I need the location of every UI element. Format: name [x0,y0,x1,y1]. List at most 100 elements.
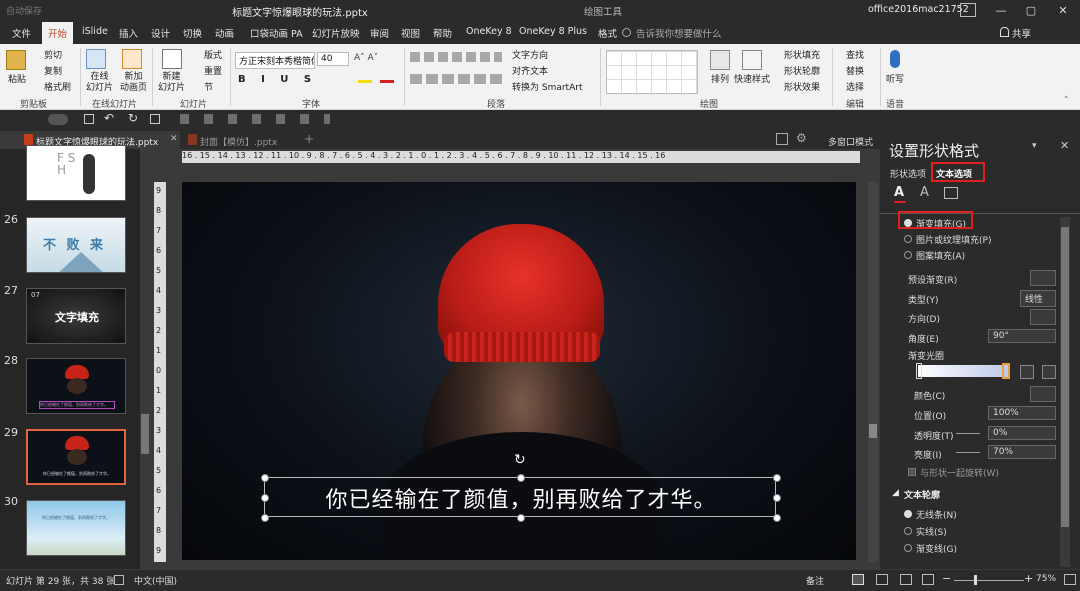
add-tab-button[interactable]: + [304,132,314,146]
pattern-fill-label[interactable]: 图案填充(A) [916,249,965,262]
resize-handle[interactable] [773,474,781,482]
slideshow-view-icon[interactable] [922,574,934,585]
pattern-fill-radio[interactable] [904,251,912,259]
text-direction-button[interactable]: 文字方向 [512,48,548,61]
tab-insert[interactable]: 插入 [119,26,138,40]
brightness-input[interactable]: 70% [988,445,1056,459]
type-dropdown[interactable]: 线性 [1020,290,1056,307]
thumbnail-scrollbar[interactable] [140,149,150,569]
slide-thumbnail[interactable]: 07 文字填充 [26,288,126,344]
font-grow-shrink-icon[interactable]: A˄ A˅ [354,53,378,63]
online-slides-button[interactable]: 在线 幻灯片 [86,72,113,94]
rotate-handle-icon[interactable]: ↻ [514,452,526,468]
save-icon[interactable] [84,114,94,124]
select-button[interactable]: 选择 [846,80,864,93]
doc-tab-name[interactable]: 封面【模仿】.pptx [200,135,277,148]
resize-handle[interactable] [261,494,269,502]
highlight-color-icon[interactable] [358,80,372,83]
user-name[interactable]: office2016mac21752 [868,4,969,15]
pane-close-icon[interactable]: ✕ [1060,139,1069,152]
slide-thumbnail[interactable]: F S H [26,145,126,201]
solid-line-label[interactable]: 实线(S) [916,525,947,538]
tab-onekey8[interactable]: OneKey 8 [466,26,512,37]
doc-tab-close-icon[interactable]: ✕ [170,134,178,144]
section-button[interactable]: 节 [204,80,213,93]
tab-design[interactable]: 设计 [151,26,170,40]
reading-view-icon[interactable] [900,574,912,585]
no-line-label[interactable]: 无线条(N) [916,508,957,521]
tab-islide[interactable]: iSlide [82,26,108,37]
font-size-select[interactable]: 40 [317,52,349,66]
position-input[interactable]: 100% [988,406,1056,420]
scrollbar-thumb[interactable] [1061,227,1069,527]
tab-list-icon[interactable] [776,133,788,145]
slide-thumbnail[interactable]: 你已经输在了颜值，别再败给了才华。 [26,358,126,414]
add-stop-icon[interactable] [1020,365,1034,379]
text-effects-icon[interactable]: A [920,185,929,200]
angle-input[interactable]: 90° [988,329,1056,343]
text-outline-section[interactable]: 文本轮廓 [904,488,940,501]
preset-gradient-dropdown[interactable] [1030,270,1056,286]
layout-button[interactable]: 版式 [204,48,222,61]
list-indent-icons[interactable] [410,52,502,62]
shapes-gallery[interactable] [606,50,698,94]
transparency-slider[interactable] [956,433,980,434]
gradient-stop-handle-selected[interactable] [1002,363,1010,379]
resize-handle[interactable] [261,474,269,482]
ribbon-display-icon[interactable] [960,3,976,17]
start-slideshow-icon[interactable] [150,114,160,124]
redo-icon[interactable]: ↻ [128,111,138,125]
undo-icon[interactable]: ↶ [104,111,114,125]
gradient-line-label[interactable]: 渐变线(G) [916,542,957,555]
multi-window-button[interactable]: 多窗口模式 [828,135,873,148]
pane-scrollbar[interactable] [1060,217,1070,567]
slide-sorter-icon[interactable] [876,574,888,585]
tab-review[interactable]: 审阅 [370,26,389,40]
normal-view-icon[interactable] [852,574,864,585]
slide-thumbnail-selected[interactable]: 你已经输在了颜值，别再败给了才华。 [26,429,126,485]
collapse-ribbon-icon[interactable]: ˄ [1064,96,1069,106]
spellcheck-icon[interactable] [114,575,124,585]
scrollbar-thumb[interactable] [141,414,149,454]
resize-handle[interactable] [773,514,781,522]
section-expand-icon[interactable]: ◢ [892,488,899,498]
arrange-button[interactable]: 排列 [711,72,729,85]
tab-animations[interactable]: 动画 [215,26,234,40]
solid-line-radio[interactable] [904,527,912,535]
qat-custom-icons[interactable] [180,114,330,124]
tab-transitions[interactable]: 切换 [183,26,202,40]
picture-fill-label[interactable]: 图片或纹理填充(P) [916,233,991,246]
fit-to-window-icon[interactable] [1064,574,1076,585]
pane-options-icon[interactable]: ▾ [1032,141,1037,151]
close-window-button[interactable]: ✕ [1052,2,1074,20]
format-painter-button[interactable]: 格式刷 [44,80,71,93]
new-animation-page-button[interactable]: 新加 动画页 [120,72,147,94]
language-indicator[interactable]: 中文(中国) [134,574,177,587]
shape-fill-button[interactable]: 形状填充 [784,48,820,61]
font-color-icon[interactable] [380,80,394,83]
brightness-slider[interactable] [956,452,980,453]
slide-thumbnail[interactable]: 你已经输在了颜值，别再败给了才华。 [26,500,126,556]
maximize-button[interactable]: ▢ [1020,2,1042,20]
direction-dropdown[interactable] [1030,309,1056,325]
rotate-with-shape-label[interactable]: 与形状一起旋转(W) [920,466,999,479]
replace-button[interactable]: 替换 [846,64,864,77]
resize-handle[interactable] [517,474,525,482]
minimize-button[interactable]: — [990,2,1012,20]
shape-outline-button[interactable]: 形状轮廓 [784,64,820,77]
tab-home[interactable]: 开始 [42,22,74,44]
slide-thumbnail[interactable]: 不 败 来 [26,217,126,273]
autosave-toggle[interactable] [48,114,68,125]
cut-button[interactable]: 剪切 [44,48,62,61]
align-text-button[interactable]: 对齐文本 [512,64,548,77]
scrollbar-thumb[interactable] [869,424,877,438]
zoom-slider[interactable] [954,580,1024,581]
transparency-input[interactable]: 0% [988,426,1056,440]
vertical-scrollbar[interactable] [868,182,878,562]
slide-caption[interactable]: 你已经输在了颜值，别再败给了才华。 [265,482,777,514]
gradient-line-radio[interactable] [904,544,912,552]
current-slide[interactable]: 你已经输在了颜值，别再败给了才华。 ↻ [182,182,856,560]
tab-view[interactable]: 视图 [401,26,420,40]
resize-handle[interactable] [261,514,269,522]
convert-smartart-button[interactable]: 转换为 SmartArt [512,80,582,93]
